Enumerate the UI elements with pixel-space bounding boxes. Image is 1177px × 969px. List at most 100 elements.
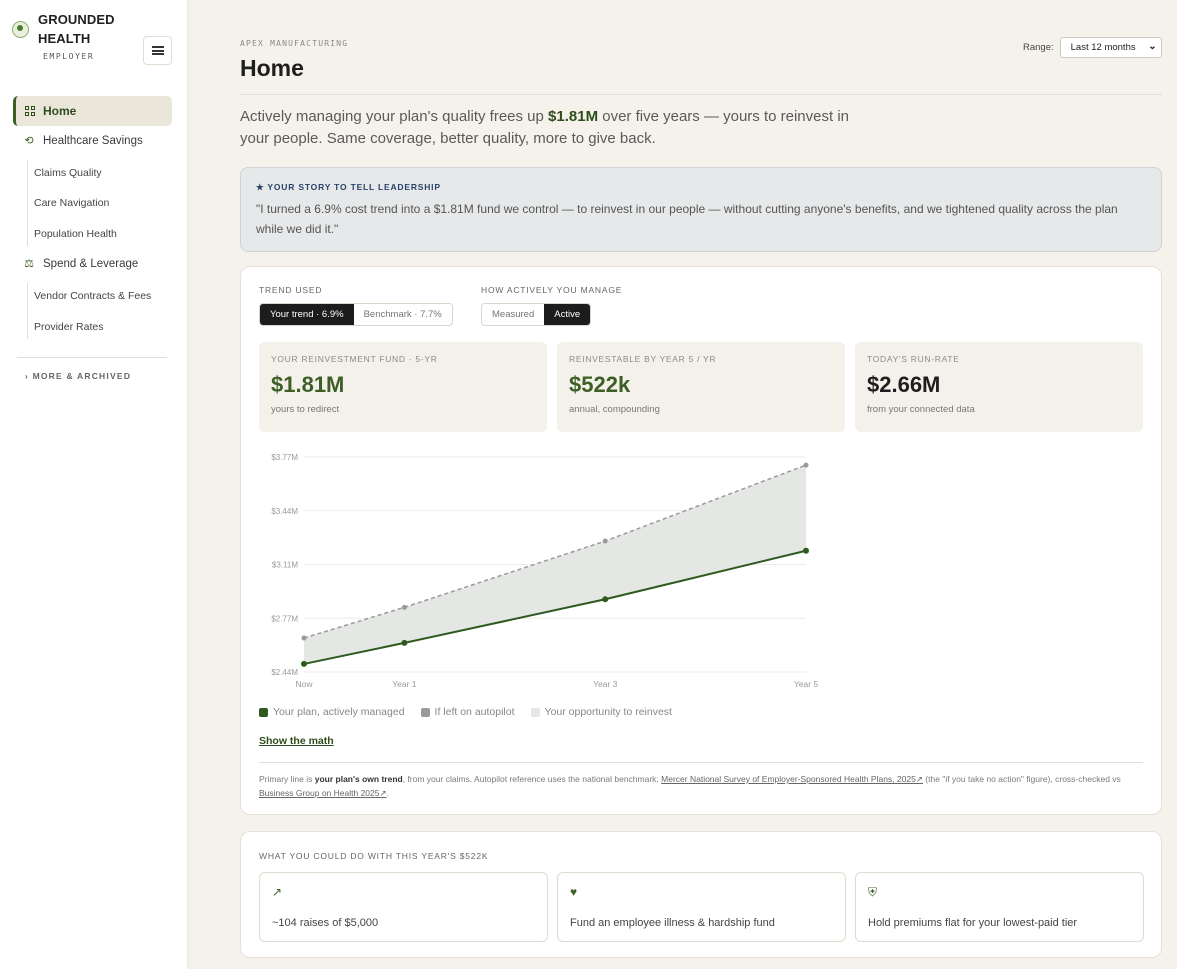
sidebar: GROUNDED HEALTH EMPLOYER Home ⟲ Healthca… <box>0 0 188 969</box>
footnote-bold: your plan's own trend <box>314 774 403 784</box>
shield-icon: ⛨ <box>868 885 878 899</box>
chevron-down-icon: ⌄ <box>1148 41 1157 52</box>
legend-item-managed: Your plan, actively managed <box>259 706 405 718</box>
scale-icon: ⚖ <box>24 258 34 270</box>
idea-card-raises[interactable]: ↗ ~104 raises of $5,000 <box>259 872 548 942</box>
autopilot-point <box>301 635 307 641</box>
brand-name: GROUNDED HEALTH <box>38 12 115 46</box>
y-tick-label: $3.44M <box>271 507 298 516</box>
kpi-value: $2.66M <box>867 372 941 397</box>
range-select[interactable]: Last 12 months ⌄ <box>1059 37 1162 58</box>
dashboard-icon <box>25 106 35 116</box>
idea-text: ~104 raises of $5,000 <box>272 917 379 929</box>
show-math-link[interactable]: Show the math <box>259 735 334 747</box>
legend-item-autopilot: If left on autopilot <box>420 706 515 718</box>
mercer-survey-link[interactable]: Mercer National Survey of Employer-Spons… <box>661 774 923 784</box>
trend-toggle: Your trend · 6.9% Benchmark · 7.7% <box>259 303 453 326</box>
trend-option-yours[interactable]: Your trend · 6.9% <box>260 304 354 325</box>
page-title: Home <box>240 55 304 81</box>
brand[interactable]: GROUNDED HEALTH EMPLOYER <box>12 10 128 61</box>
managed-point <box>401 639 408 646</box>
managed-point <box>803 547 809 554</box>
arrow-up-right-icon: ↗ <box>272 885 283 899</box>
x-tick-label: Year 1 <box>392 679 417 689</box>
legend-swatch <box>420 707 430 717</box>
managed-point <box>301 660 307 667</box>
sidebar-item-claims-quality[interactable]: Claims Quality <box>34 167 102 179</box>
manage-option-active[interactable]: Active <box>544 304 591 325</box>
trend-label: TREND USED <box>259 285 323 295</box>
hero-amount: $1.81M <box>548 108 599 125</box>
idea-text: Fund an employee illness & hardship fund <box>570 917 775 929</box>
ideas-heading: WHAT YOU COULD DO WITH THIS YEAR'S $522K <box>259 851 489 861</box>
trend-option-benchmark[interactable]: Benchmark · 7.7% <box>353 304 452 325</box>
sidebar-item-vendor-contracts[interactable]: Vendor Contracts & Fees <box>34 290 151 302</box>
sidebar-item-label: Home <box>43 104 77 118</box>
heart-icon: ♥ <box>570 885 578 899</box>
methodology-footnote: Primary line is your plan's own trend, f… <box>259 772 1147 800</box>
autopilot-point <box>803 462 809 468</box>
y-tick-label: $2.44M <box>271 668 298 677</box>
more-archived-toggle[interactable]: › MORE & ARCHIVED <box>25 371 131 381</box>
kpi-sub: annual, compounding <box>569 404 660 415</box>
reinvest-ideas-card: WHAT YOU COULD DO WITH THIS YEAR'S $522K… <box>240 831 1162 958</box>
kpi-card-run-rate: TODAY'S RUN-RATE $2.66M from your connec… <box>855 342 1143 432</box>
autopilot-point <box>602 538 608 544</box>
x-tick-label: Year 3 <box>593 679 618 689</box>
sidebar-item-spend-leverage[interactable]: ⚖ Spend & Leverage <box>23 258 138 270</box>
chart-legend: Your plan, actively managed If left on a… <box>259 706 688 718</box>
sidebar-item-care-navigation[interactable]: Care Navigation <box>34 197 109 209</box>
hamburger-icon <box>151 46 164 55</box>
company-name: APEX MANUFACTURING <box>240 39 349 48</box>
sidebar-item-home[interactable]: Home <box>13 96 172 126</box>
kpi-sub: yours to redirect <box>271 404 340 415</box>
card-divider <box>259 762 1143 763</box>
sidebar-item-label: Spend & Leverage <box>43 258 139 270</box>
brand-logo-icon <box>12 21 29 38</box>
sidebar-item-provider-rates[interactable]: Provider Rates <box>34 321 103 333</box>
kpi-card-fund: YOUR REINVESTMENT FUND · 5-YR $1.81M you… <box>259 342 547 432</box>
nav-tree-line <box>27 160 28 246</box>
kpi-label: TODAY'S RUN-RATE <box>867 354 960 364</box>
range-value: Last 12 months <box>1070 42 1136 53</box>
hero-statement: Actively managing your plan's quality fr… <box>240 106 880 150</box>
nav-tree-line <box>27 283 28 339</box>
story-heading: ★ YOUR STORY TO TELL LEADERSHIP <box>256 182 441 192</box>
kpi-label: YOUR REINVESTMENT FUND · 5-YR <box>271 354 438 364</box>
idea-card-hardship-fund[interactable]: ♥ Fund an employee illness & hardship fu… <box>557 872 846 942</box>
managed-point <box>602 596 609 603</box>
kpi-value: $1.81M <box>271 372 345 397</box>
idea-card-premiums[interactable]: ⛨ Hold premiums flat for your lowest-pai… <box>855 872 1144 942</box>
footnote-text: Primary line is <box>259 774 315 784</box>
kpi-sub: from your connected data <box>867 404 975 415</box>
kpi-label: REINVESTABLE BY YEAR 5 / YR <box>569 354 717 364</box>
story-quote: "I turned a 6.9% cost trend into a $1.81… <box>256 202 1118 236</box>
footnote-text: , from your claims. Autopilot reference … <box>402 774 662 784</box>
footnote-text: . <box>386 788 389 798</box>
bgh-link[interactable]: Business Group on Health 2025↗ <box>259 788 387 798</box>
leadership-story-callout: ★ YOUR STORY TO TELL LEADERSHIP "I turne… <box>240 167 1162 252</box>
savings-line-chart: $2.44M $2.77M $3.11M $3.44M $3.77M Now Year 1 Y… <box>271 453 819 689</box>
kpi-value: $522k <box>569 372 631 397</box>
autopilot-point <box>401 604 407 610</box>
y-tick-label: $3.11M <box>272 561 298 570</box>
menu-toggle-button[interactable] <box>143 36 172 65</box>
footnote-text: (the "if you take no action" figure), cr… <box>922 774 1121 784</box>
legend-swatch <box>259 707 268 717</box>
sidebar-item-population-health[interactable]: Population Health <box>34 228 117 240</box>
sidebar-divider <box>17 357 167 358</box>
manage-toggle: Measured Active <box>481 303 592 326</box>
y-tick-label: $3.77M <box>271 453 298 462</box>
x-tick-label: Year 5 <box>794 679 819 689</box>
idea-text: Hold premiums flat for your lowest-paid … <box>868 917 1078 929</box>
legend-label: Your plan, actively managed <box>273 706 405 718</box>
legend-label: If left on autopilot <box>434 706 515 718</box>
x-tick-label: Now <box>295 679 313 689</box>
header-divider <box>240 94 1162 95</box>
sidebar-item-healthcare-savings[interactable]: ⟲ Healthcare Savings <box>23 135 142 147</box>
legend-item-opportunity: Your opportunity to reinvest <box>530 706 672 718</box>
brand-subtitle: EMPLOYER <box>43 52 95 61</box>
manage-option-measured[interactable]: Measured <box>482 304 545 325</box>
kpi-card-reinvestable: REINVESTABLE BY YEAR 5 / YR $522k annual… <box>557 342 845 432</box>
range-control: Range: Last 12 months ⌄ <box>1023 37 1162 58</box>
